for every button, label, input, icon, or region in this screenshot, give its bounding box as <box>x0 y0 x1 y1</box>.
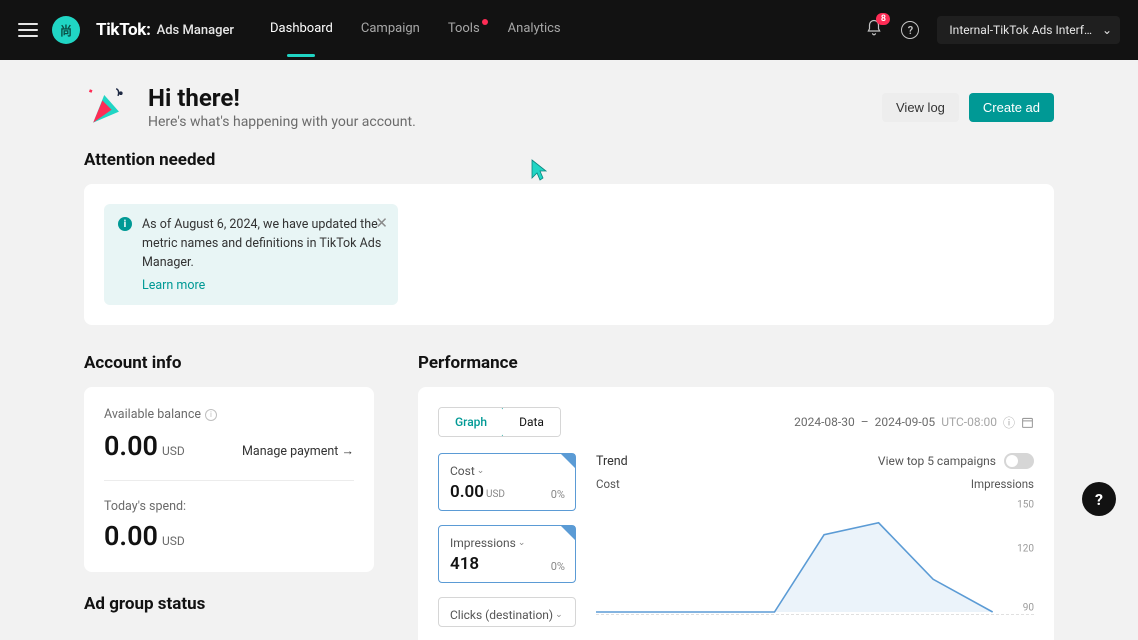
info-tooltip-icon[interactable]: i <box>205 409 217 421</box>
today-spend-value: 0.00 <box>104 520 158 552</box>
trend-chart: 150 120 90 <box>596 495 1034 615</box>
nav-analytics[interactable]: Analytics <box>508 21 561 40</box>
chevron-down-icon: ⌄ <box>477 466 485 476</box>
available-balance-label: Available balance i <box>104 407 354 422</box>
calendar-icon <box>1021 416 1034 429</box>
account-info-card: Available balance i 0.00USD Manage payme… <box>84 387 374 572</box>
metric-card-cost[interactable]: Cost ⌄ 0.00USD 0% <box>438 453 576 511</box>
available-balance-value: 0.00 <box>104 430 158 462</box>
attention-card: i As of August 6, 2024, we have updated … <box>84 184 1054 325</box>
help-icon[interactable]: ? <box>901 21 919 39</box>
help-fab[interactable]: ? <box>1082 482 1116 516</box>
top-navbar: 尚 TikTok: Ads Manager Dashboard Campaign… <box>0 0 1138 60</box>
performance-title: Performance <box>418 353 1054 373</box>
avatar[interactable]: 尚 <box>52 16 80 44</box>
nav-campaign[interactable]: Campaign <box>361 21 420 40</box>
chart-line <box>596 495 993 614</box>
tab-graph[interactable]: Graph <box>438 407 504 437</box>
manage-payment-link[interactable]: Manage payment → <box>242 444 354 459</box>
view-top-campaigns-label: View top 5 campaigns <box>878 454 996 468</box>
chevron-down-icon: ⌄ <box>518 538 526 548</box>
legend-impressions: Impressions <box>971 477 1034 491</box>
trend-label: Trend <box>596 454 628 469</box>
info-alert: i As of August 6, 2024, we have updated … <box>104 204 398 305</box>
account-selector[interactable]: Internal-TikTok Ads Interf… ⌄ <box>937 16 1120 44</box>
learn-more-link[interactable]: Learn more <box>142 278 384 293</box>
chevron-down-icon: ⌄ <box>555 610 563 620</box>
page-subtitle: Here's what's happening with your accoun… <box>148 114 416 130</box>
view-toggle: Graph Data <box>438 407 561 437</box>
performance-card: Graph Data 2024-08-30 – 2024-09-05 UTC-0… <box>418 387 1054 640</box>
create-ad-button[interactable]: Create ad <box>969 93 1054 122</box>
metric-card-impressions[interactable]: Impressions ⌄ 418 0% <box>438 525 576 583</box>
view-log-button[interactable]: View log <box>882 93 959 122</box>
today-spend-label: Today's spend: <box>104 499 354 514</box>
close-icon[interactable]: ✕ <box>375 214 388 232</box>
view-top-campaigns-toggle[interactable] <box>1004 453 1034 469</box>
ad-group-status-title: Ad group status <box>84 594 374 614</box>
brand-logo: TikTok: <box>96 20 151 40</box>
nav-dashboard[interactable]: Dashboard <box>270 21 333 40</box>
brand-product: Ads Manager <box>157 23 234 38</box>
celebration-icon <box>84 84 130 130</box>
tab-data[interactable]: Data <box>503 408 560 436</box>
attention-title: Attention needed <box>84 150 1054 170</box>
notifications-button[interactable]: 8 <box>865 19 883 41</box>
chevron-down-icon: ⌄ <box>1102 23 1112 37</box>
date-range-picker[interactable]: 2024-08-30 – 2024-09-05 UTC-08:00 ⓘ <box>794 414 1034 431</box>
info-icon: i <box>118 217 132 231</box>
alert-message: As of August 6, 2024, we have updated th… <box>142 216 384 272</box>
notification-badge: 8 <box>876 13 890 25</box>
page-title: Hi there! <box>148 84 416 112</box>
notification-dot-icon <box>482 19 488 25</box>
page-header: Hi there! Here's what's happening with y… <box>84 84 1054 130</box>
nav-tools[interactable]: Tools <box>448 21 480 40</box>
menu-icon[interactable] <box>18 23 38 37</box>
metric-card-clicks[interactable]: Clicks (destination) ⌄ <box>438 597 576 627</box>
nav-links: Dashboard Campaign Tools Analytics <box>270 21 561 40</box>
legend-cost: Cost <box>596 477 620 491</box>
info-tooltip-icon[interactable]: ⓘ <box>1003 414 1015 431</box>
account-info-title: Account info <box>84 353 374 373</box>
